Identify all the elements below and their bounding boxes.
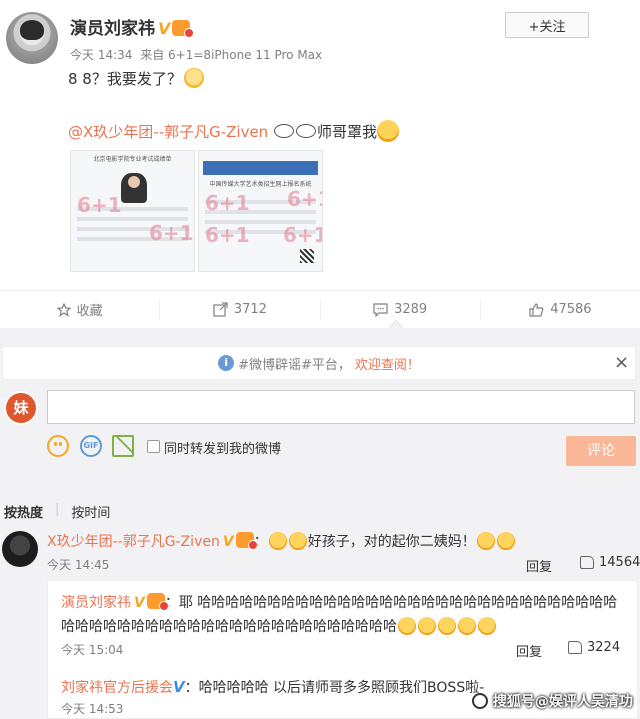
repost-checkbox-label[interactable]: 同时转发到我的微博 <box>164 438 281 457</box>
comment-button[interactable]: 3289 <box>319 299 480 320</box>
comment-line: X玖少年团--郭子凡G-Ziven V：好孩子，对的起你二姨妈！ <box>47 531 516 551</box>
image-2-header <box>203 161 318 175</box>
gif-icon[interactable]: GIF <box>80 435 102 457</box>
thumbs-up-icon <box>580 556 594 569</box>
post-image-1[interactable]: 北京电影学院专业考试成绩单 6+1 6+1 <box>70 150 195 272</box>
comment-author[interactable]: X玖少年团--郭子凡G-Ziven <box>47 534 220 550</box>
scared-emoji-icon <box>377 120 399 142</box>
rumor-notice: i #微博辟谣#平台， 欢迎查阅！ <box>2 346 636 380</box>
reply-button[interactable]: 回复 <box>526 556 552 575</box>
post-source: 来自 6+1=8iPhone 11 Pro Max <box>140 48 323 62</box>
like-button[interactable]: 47586 <box>479 299 640 320</box>
sheep-emoji-icon <box>295 124 316 138</box>
reply-button[interactable]: 回复 <box>516 641 542 660</box>
author-name[interactable]: 演员刘家祎 <box>70 19 155 39</box>
verified-icon: V <box>222 534 234 550</box>
post-action-bar: 收藏 3712 3289 47586 <box>0 290 640 328</box>
repost-count: 3712 <box>233 302 267 317</box>
favorite-button[interactable]: 收藏 <box>0 300 159 320</box>
vip-icon <box>172 20 195 38</box>
comment-sort-tabs: 按热度 | 按时间 <box>4 502 110 521</box>
comment-input[interactable] <box>47 390 635 424</box>
laughing-emoji-icon <box>398 617 416 635</box>
crying-emoji-icon <box>496 532 515 550</box>
follow-button[interactable]: +关注 <box>505 12 589 38</box>
portrait-photo <box>121 173 147 203</box>
verified-icon: V <box>158 19 171 38</box>
thumbs-up-icon <box>529 302 544 317</box>
author-avatar[interactable] <box>6 12 58 64</box>
comment-like-count: 14564 <box>599 555 640 570</box>
vip-icon <box>235 532 258 550</box>
verified-blue-icon: V <box>173 678 185 696</box>
laughing-emoji-icon <box>458 617 476 635</box>
vip-icon <box>146 593 169 611</box>
crying-emoji-icon <box>268 532 287 550</box>
laughing-emoji-icon <box>438 617 456 635</box>
close-icon[interactable]: × <box>614 352 629 373</box>
user-avatar: 妹 <box>4 391 38 425</box>
mention-link[interactable]: @X玖少年团--郭子凡G-Ziven <box>68 123 268 141</box>
mention-suffix: 师哥罩我 <box>316 123 377 141</box>
crying-emoji-icon <box>288 532 307 550</box>
reply-time: 今天 14:53 <box>61 702 124 716</box>
verified-icon: V <box>134 595 145 611</box>
comment-text: 好孩子，对的起你二姨妈！ <box>307 534 476 550</box>
comment-time: 今天 14:45 <box>47 558 110 572</box>
reply-line: 演员刘家祎 V ：耶 哈哈哈哈哈哈哈哈哈哈哈哈哈哈哈哈哈哈哈哈哈哈哈哈哈哈哈哈哈哈哈… <box>61 591 627 639</box>
commenter-avatar[interactable] <box>2 531 38 567</box>
follow-label: +关注 <box>528 19 566 35</box>
laughing-emoji-icon <box>418 617 436 635</box>
thumbs-up-icon <box>568 641 582 654</box>
image-watermark: 6+1 <box>205 223 250 247</box>
tab-by-hot[interactable]: 按热度 <box>4 502 43 521</box>
image-watermark: 6+1 <box>205 191 250 215</box>
comment-like-button[interactable]: 14564 <box>580 555 640 570</box>
share-icon <box>213 302 228 317</box>
post-text: 8 8？我要发了？ <box>68 68 204 89</box>
doge-emoji-icon <box>183 68 204 88</box>
comment-icon <box>373 302 388 317</box>
image-icon[interactable] <box>112 435 134 457</box>
reply-author[interactable]: 刘家祎官方后援会 <box>61 680 173 696</box>
submit-comment-button[interactable]: 评论 <box>566 436 636 466</box>
qr-code-icon <box>300 249 314 263</box>
reply-line: 刘家祎官方后援会V：哈哈哈哈哈 以后请师哥多多照顾我们BOSS啦- <box>61 678 485 696</box>
post-meta: 今天 14:34 来自 6+1=8iPhone 11 Pro Max <box>70 46 322 63</box>
reply-author[interactable]: 演员刘家祎 <box>61 595 131 611</box>
favorite-label: 收藏 <box>76 304 103 319</box>
image-watermark: 6+1 <box>77 193 122 217</box>
post-mention-line: @X玖少年团--郭子凡G-Ziven 师哥罩我 <box>68 120 399 142</box>
post-body: 8 8？我要发了？ <box>68 70 182 88</box>
sohu-logo-icon <box>472 693 488 709</box>
site-watermark-text: 搜狐号@娱评人吴清功 <box>492 694 633 710</box>
reply-like-button[interactable]: 3224 <box>568 640 620 655</box>
like-count: 47586 <box>550 302 592 317</box>
smile-icon[interactable] <box>47 435 69 457</box>
image-watermark: 6+1 <box>149 221 194 245</box>
post-author[interactable]: 演员刘家祎 V <box>70 14 195 39</box>
site-watermark: 搜狐号@娱评人吴清功 <box>472 691 633 711</box>
image-watermark: 6+1 <box>287 187 322 211</box>
laughing-emoji-icon <box>478 617 496 635</box>
repost-checkbox[interactable] <box>147 440 160 453</box>
star-icon <box>56 302 71 317</box>
tab-by-time[interactable]: 按时间 <box>71 502 110 521</box>
comment-count: 3289 <box>394 302 428 317</box>
crying-emoji-icon <box>476 532 495 550</box>
image-1-title: 北京电影学院专业考试成绩单 <box>93 156 172 163</box>
reply-like-count: 3224 <box>587 640 621 655</box>
notice-link[interactable]: 欢迎查阅！ <box>355 354 420 373</box>
image-watermark: 6+1 <box>283 223 322 247</box>
notice-text: #微博辟谣#平台， <box>238 357 351 373</box>
post-image-2[interactable]: 中国传媒大学艺术类招生网上报名系统 6+1 6+1 6+1 6+1 <box>198 150 323 272</box>
post-time[interactable]: 今天 14:34 <box>70 48 132 62</box>
reply-text: 哈哈哈哈哈 以后请师哥多多照顾我们BOSS啦- <box>198 680 485 696</box>
info-icon: i <box>218 355 235 371</box>
repost-button[interactable]: 3712 <box>159 299 319 320</box>
tab-divider: | <box>55 502 60 517</box>
sheep-emoji-icon <box>273 124 294 138</box>
reply-time: 今天 15:04 <box>61 643 124 657</box>
